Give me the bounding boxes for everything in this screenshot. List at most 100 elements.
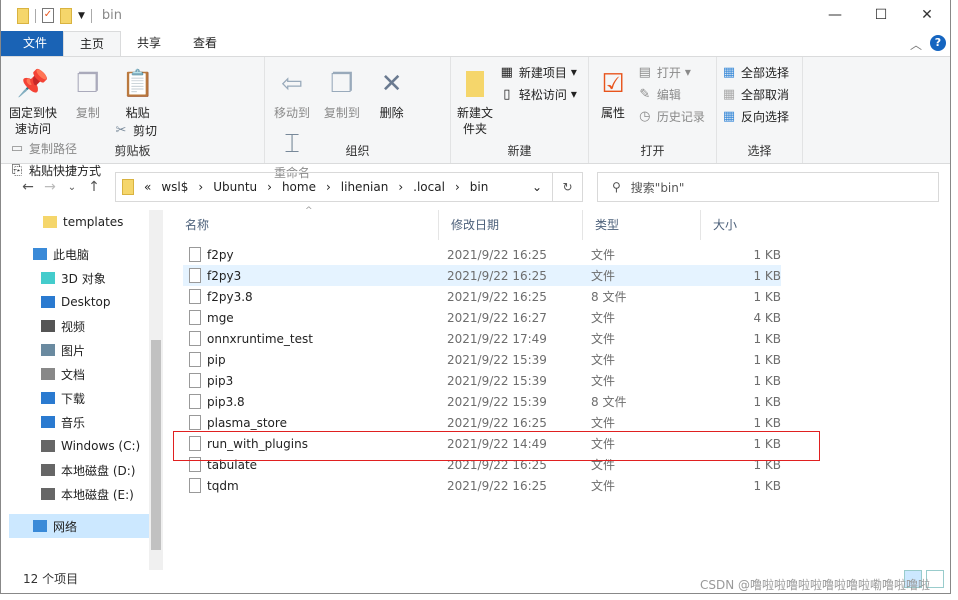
tab-home[interactable]: 主页 — [63, 31, 122, 56]
music-icon — [41, 416, 55, 428]
close-button[interactable]: ✕ — [904, 0, 950, 30]
easy-access-button[interactable]: ▯ 轻松访问 ▾ — [499, 83, 577, 105]
nav-item[interactable]: 本地磁盘 (D:) — [9, 458, 149, 482]
properties-button[interactable]: ☑ 属性 — [593, 61, 633, 121]
breadcrumb-wsl[interactable]: wsl$ — [161, 180, 188, 194]
new-folder-quick-icon[interactable] — [60, 7, 72, 24]
file-name: f2py3.8 — [207, 289, 253, 304]
nav-item[interactable]: Windows (C:) — [9, 434, 149, 458]
file-icon — [189, 373, 201, 388]
nav-item[interactable]: templates — [9, 210, 149, 234]
nav-item[interactable]: 图片 — [9, 338, 149, 362]
nav-item-label: 网络 — [53, 519, 78, 534]
address-dropdown-icon[interactable]: ⌄ — [532, 180, 542, 194]
file-row[interactable]: f2py3 2021/9/22 16:25 文件 1 KB — [183, 265, 781, 286]
nav-item[interactable]: 网络 — [9, 514, 149, 538]
file-date: 2021/9/22 16:25 — [447, 247, 547, 262]
file-size: 1 KB — [753, 478, 781, 493]
ribbon-tabs: 文件 主页 共享 查看 ︿ ? — [1, 31, 950, 56]
select-none-button[interactable]: ▦ 全部取消 — [721, 83, 798, 105]
new-item-button[interactable]: ▦ 新建项目 ▾ — [499, 61, 577, 83]
refresh-button[interactable]: ↻ — [553, 172, 583, 202]
up-button[interactable]: ↑ — [83, 179, 105, 195]
file-row[interactable]: tqdm 2021/9/22 16:25 文件 1 KB — [183, 475, 781, 496]
file-icon — [189, 310, 201, 325]
separator-icon: › — [198, 180, 204, 194]
file-row[interactable]: f2py 2021/9/22 16:25 文件 1 KB — [183, 244, 781, 265]
file-type: 文件 — [591, 353, 616, 367]
invert-selection-icon: ▦ — [722, 108, 736, 124]
pin-button[interactable]: 📌 固定到快速访问 — [5, 61, 61, 137]
file-row[interactable]: pip3 2021/9/22 15:39 文件 1 KB — [183, 370, 781, 391]
nav-scrollbar[interactable] — [149, 210, 163, 570]
cut-button[interactable]: ✂ 剪切 — [113, 119, 157, 141]
separator-icon: › — [398, 180, 404, 194]
nav-item[interactable]: 音乐 — [9, 410, 149, 434]
folder-icon — [17, 7, 29, 24]
nav-item[interactable]: 视频 — [9, 314, 149, 338]
nav-item[interactable]: 3D 对象 — [9, 266, 149, 290]
file-name: tqdm — [207, 478, 239, 493]
history-button[interactable]: ◷ 历史记录 — [637, 105, 705, 127]
collapse-ribbon-icon[interactable]: ︿ — [910, 36, 922, 53]
copy-to-button[interactable]: ❐ 复制到 — [319, 61, 365, 121]
explorer-window: ✓ ▼ bin — ☐ ✕ 文件 主页 共享 查看 ︿ ? 📌 固定到快速访问 ❐… — [0, 0, 951, 594]
tab-file[interactable]: 文件 — [1, 31, 64, 56]
column-size[interactable]: 大小 — [701, 210, 777, 240]
file-row[interactable]: f2py3.8 2021/9/22 16:25 8 文件 1 KB — [183, 286, 781, 307]
drive-icon — [41, 488, 55, 500]
breadcrumb-local[interactable]: .local — [413, 180, 445, 194]
column-type[interactable]: 类型 — [583, 210, 701, 240]
move-to-button[interactable]: ⇦ 移动到 — [269, 61, 315, 121]
file-row[interactable]: plasma_store 2021/9/22 16:25 文件 1 KB — [183, 412, 781, 433]
forward-button[interactable]: → — [39, 179, 61, 195]
recent-dropdown[interactable]: ⌄ — [61, 182, 83, 193]
file-row[interactable]: onnxruntime_test 2021/9/22 17:49 文件 1 KB — [183, 328, 781, 349]
paste-button[interactable]: 📋 粘贴 — [115, 61, 161, 121]
address-bar[interactable]: « wsl$ › Ubuntu › home › lihenian › .local › … — [115, 172, 553, 202]
select-all-button[interactable]: ▦ 全部选择 — [721, 61, 798, 83]
edit-button[interactable]: ✎ 编辑 — [637, 83, 705, 105]
file-date: 2021/9/22 15:39 — [447, 373, 547, 388]
breadcrumb-home[interactable]: home — [282, 180, 316, 194]
open-button[interactable]: ▤ 打开 ▾ — [637, 61, 705, 83]
nav-item[interactable]: 本地磁盘 (E:) — [9, 482, 149, 506]
history-icon: ◷ — [639, 108, 651, 124]
nav-item[interactable]: 下载 — [9, 386, 149, 410]
file-size: 1 KB — [753, 331, 781, 346]
file-row[interactable]: pip3.8 2021/9/22 15:39 8 文件 1 KB — [183, 391, 781, 412]
scrollbar-thumb[interactable] — [151, 340, 161, 550]
maximize-button[interactable]: ☐ — [858, 0, 904, 30]
overflow-chevron[interactable]: « — [144, 180, 151, 194]
nav-item-label: 图片 — [61, 343, 86, 358]
breadcrumb-lihenian[interactable]: lihenian — [341, 180, 389, 194]
file-name: f2py3 — [207, 268, 242, 283]
file-icon — [189, 352, 201, 367]
breadcrumb-ubuntu[interactable]: Ubuntu — [213, 180, 257, 194]
file-type: 文件 — [591, 416, 616, 430]
copy-button[interactable]: ❐ 复制 — [65, 61, 111, 121]
delete-button[interactable]: ✕ 删除 — [369, 61, 415, 121]
search-input[interactable]: ⚲ 搜索"bin" — [597, 172, 939, 202]
help-icon[interactable]: ? — [930, 35, 946, 51]
breadcrumb-bin[interactable]: bin — [470, 180, 489, 194]
customize-quick-access-icon[interactable]: ▼ — [78, 11, 85, 21]
column-date[interactable]: 修改日期 — [439, 210, 583, 240]
nav-item[interactable]: 此电脑 — [9, 242, 149, 266]
file-row[interactable]: pip 2021/9/22 15:39 文件 1 KB — [183, 349, 781, 370]
properties-quick-icon[interactable]: ✓ — [42, 8, 54, 23]
file-row[interactable]: mge 2021/9/22 16:27 文件 4 KB — [183, 307, 781, 328]
new-folder-button[interactable]: 新建文件夹 — [455, 61, 495, 137]
title-bar: ✓ ▼ bin — ☐ ✕ — [1, 0, 950, 31]
minimize-button[interactable]: — — [812, 0, 858, 30]
tab-share[interactable]: 共享 — [121, 31, 177, 56]
new-group-label: 新建 — [507, 144, 532, 158]
delete-x-icon: ✕ — [380, 69, 403, 99]
nav-item[interactable]: Desktop — [9, 290, 149, 314]
file-type: 文件 — [591, 248, 616, 262]
nav-item[interactable]: 文档 — [9, 362, 149, 386]
tab-view[interactable]: 查看 — [177, 31, 233, 56]
file-date: 2021/9/22 15:39 — [447, 352, 547, 367]
invert-selection-button[interactable]: ▦ 反向选择 — [721, 105, 798, 127]
back-button[interactable]: ← — [17, 179, 39, 195]
